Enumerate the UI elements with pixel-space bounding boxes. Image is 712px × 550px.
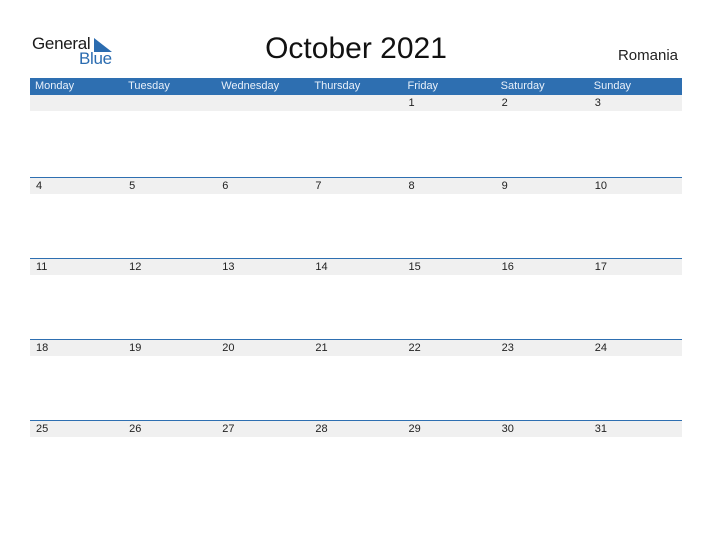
day-cell[interactable]: 2 — [496, 95, 589, 111]
day-cell[interactable]: 6 — [216, 178, 309, 194]
day-cell[interactable]: 24 — [589, 340, 682, 356]
day-cell[interactable]: 20 — [216, 340, 309, 356]
weekday-tuesday: Tuesday — [128, 80, 170, 92]
day-number-row: 123 — [30, 95, 682, 111]
day-cell[interactable] — [123, 95, 216, 111]
day-cell[interactable]: 19 — [123, 340, 216, 356]
calendar: Monday Tuesday Wednesday Thursday Friday… — [30, 78, 682, 501]
day-cell[interactable]: 28 — [309, 421, 402, 437]
day-cell[interactable]: 25 — [30, 421, 123, 437]
day-cell[interactable]: 21 — [309, 340, 402, 356]
day-cell[interactable]: 8 — [403, 178, 496, 194]
day-cell[interactable]: 30 — [496, 421, 589, 437]
day-cell[interactable]: 22 — [403, 340, 496, 356]
day-cell[interactable]: 11 — [30, 259, 123, 275]
day-cell[interactable] — [30, 95, 123, 111]
day-cell[interactable]: 4 — [30, 178, 123, 194]
day-cell[interactable]: 3 — [589, 95, 682, 111]
day-number-row: 11 12 13 14 15 16 17 — [30, 259, 682, 275]
weeks-container: 1 2 3 4 5 6 7 8 9 10 11 12 13 14 15 16 17 18 19 20 21 22 23 24 2… — [30, 95, 682, 501]
page-title: October 2021 — [265, 32, 447, 65]
weekday-thursday: Thursday — [314, 80, 361, 92]
day-cell[interactable]: 1 — [403, 95, 496, 111]
day-cell[interactable]: 10 — [589, 178, 682, 194]
day-cell[interactable]: 31 — [589, 421, 682, 437]
weekday-sunday: Sunday — [593, 80, 632, 92]
week-row: 11 12 13 14 15 16 17 — [30, 258, 682, 339]
day-cell[interactable] — [216, 95, 309, 111]
day-cell[interactable]: 29 — [403, 421, 496, 437]
week-row: 123 — [30, 95, 682, 177]
day-cell[interactable]: 14 — [309, 259, 402, 275]
week-row: 18 19 20 21 22 23 24 — [30, 339, 682, 420]
day-cell[interactable]: 18 — [30, 340, 123, 356]
day-cell[interactable]: 9 — [496, 178, 589, 194]
day-cell[interactable]: 12 — [123, 259, 216, 275]
day-cell[interactable]: 26 — [123, 421, 216, 437]
weekday-saturday: Saturday — [500, 80, 545, 92]
day-number-row: 25 26 27 28 29 30 31 — [30, 421, 682, 437]
day-cell[interactable]: 15 — [403, 259, 496, 275]
day-number-row: 18 19 20 21 22 23 24 — [30, 340, 682, 356]
day-cell[interactable]: 13 — [216, 259, 309, 275]
day-cell[interactable]: 16 — [496, 259, 589, 275]
weekday-friday: Friday — [407, 80, 439, 92]
week-row: 25 26 27 28 29 30 31 — [30, 420, 682, 501]
day-cell[interactable] — [309, 95, 402, 111]
week-row: 4 5 6 7 8 9 10 — [30, 177, 682, 258]
day-cell[interactable]: 5 — [123, 178, 216, 194]
country-label: Romania — [617, 47, 678, 64]
weekday-header: Monday Tuesday Wednesday Thursday Friday… — [30, 78, 682, 95]
day-number-row: 4 5 6 7 8 9 10 — [30, 178, 682, 194]
day-cell[interactable]: 17 — [589, 259, 682, 275]
day-cell[interactable]: 27 — [216, 421, 309, 437]
day-cell[interactable]: 23 — [496, 340, 589, 356]
weekday-monday: Monday — [35, 80, 75, 92]
weekday-wednesday: Wednesday — [221, 80, 280, 92]
day-cell[interactable]: 7 — [309, 178, 402, 194]
